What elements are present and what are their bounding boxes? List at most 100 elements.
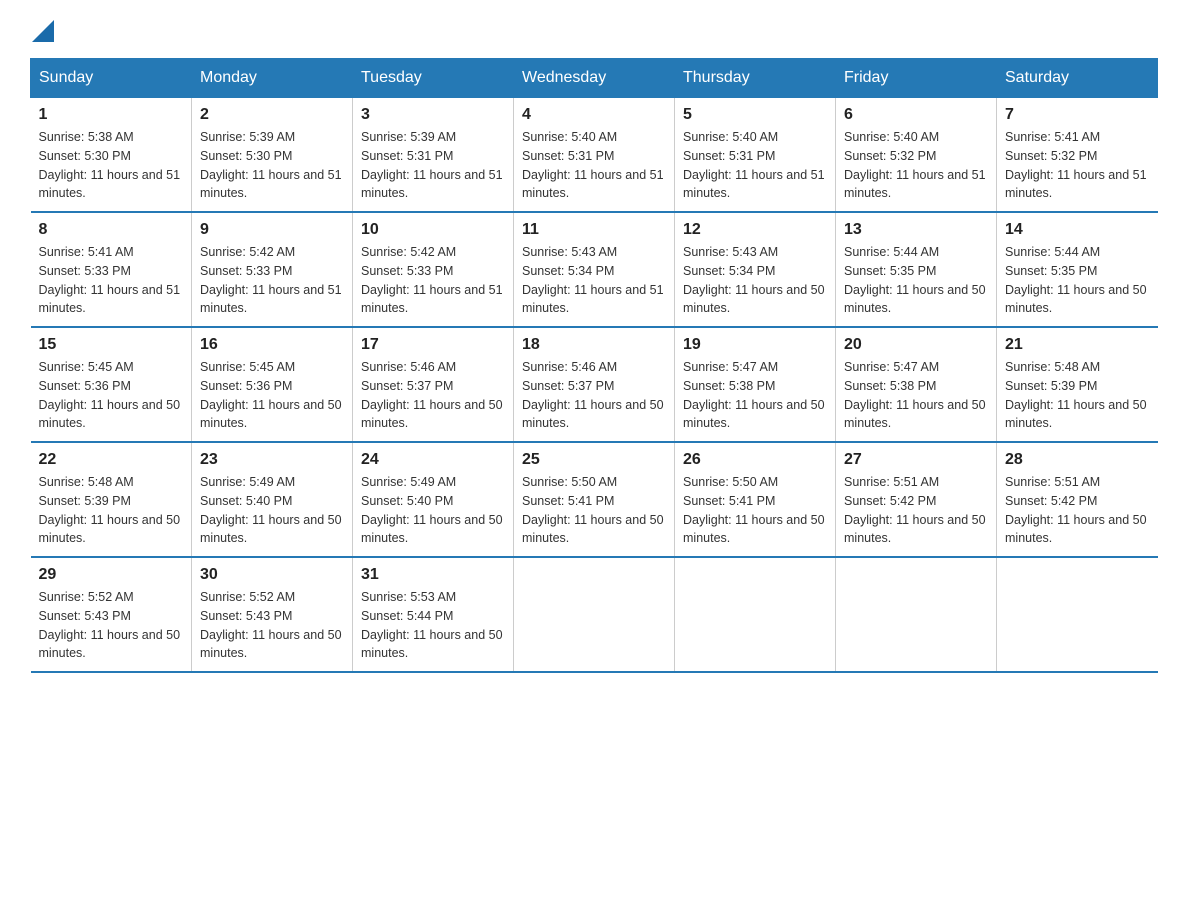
day-number: 16 bbox=[200, 336, 344, 354]
page-header bbox=[30, 20, 1158, 38]
day-number: 20 bbox=[844, 336, 988, 354]
day-number: 8 bbox=[39, 221, 184, 239]
logo bbox=[30, 20, 54, 38]
day-info: Sunrise: 5:48 AMSunset: 5:39 PMDaylight:… bbox=[39, 475, 181, 545]
header-cell-wednesday: Wednesday bbox=[514, 59, 675, 98]
calendar-cell: 8 Sunrise: 5:41 AMSunset: 5:33 PMDayligh… bbox=[31, 212, 192, 327]
day-info: Sunrise: 5:48 AMSunset: 5:39 PMDaylight:… bbox=[1005, 360, 1147, 430]
calendar-cell bbox=[514, 557, 675, 672]
day-number: 18 bbox=[522, 336, 666, 354]
week-row-4: 22 Sunrise: 5:48 AMSunset: 5:39 PMDaylig… bbox=[31, 442, 1158, 557]
calendar-cell: 27 Sunrise: 5:51 AMSunset: 5:42 PMDaylig… bbox=[836, 442, 997, 557]
calendar-cell: 20 Sunrise: 5:47 AMSunset: 5:38 PMDaylig… bbox=[836, 327, 997, 442]
day-info: Sunrise: 5:40 AMSunset: 5:31 PMDaylight:… bbox=[522, 130, 664, 200]
day-info: Sunrise: 5:52 AMSunset: 5:43 PMDaylight:… bbox=[200, 590, 342, 660]
calendar-cell: 22 Sunrise: 5:48 AMSunset: 5:39 PMDaylig… bbox=[31, 442, 192, 557]
day-number: 21 bbox=[1005, 336, 1150, 354]
calendar-table: SundayMondayTuesdayWednesdayThursdayFrid… bbox=[30, 58, 1158, 673]
day-number: 23 bbox=[200, 451, 344, 469]
day-number: 14 bbox=[1005, 221, 1150, 239]
day-info: Sunrise: 5:47 AMSunset: 5:38 PMDaylight:… bbox=[844, 360, 986, 430]
day-info: Sunrise: 5:49 AMSunset: 5:40 PMDaylight:… bbox=[361, 475, 503, 545]
week-row-3: 15 Sunrise: 5:45 AMSunset: 5:36 PMDaylig… bbox=[31, 327, 1158, 442]
day-number: 27 bbox=[844, 451, 988, 469]
calendar-cell: 12 Sunrise: 5:43 AMSunset: 5:34 PMDaylig… bbox=[675, 212, 836, 327]
week-row-5: 29 Sunrise: 5:52 AMSunset: 5:43 PMDaylig… bbox=[31, 557, 1158, 672]
calendar-cell: 19 Sunrise: 5:47 AMSunset: 5:38 PMDaylig… bbox=[675, 327, 836, 442]
calendar-cell: 29 Sunrise: 5:52 AMSunset: 5:43 PMDaylig… bbox=[31, 557, 192, 672]
week-row-1: 1 Sunrise: 5:38 AMSunset: 5:30 PMDayligh… bbox=[31, 98, 1158, 213]
day-info: Sunrise: 5:39 AMSunset: 5:30 PMDaylight:… bbox=[200, 130, 342, 200]
header-cell-monday: Monday bbox=[192, 59, 353, 98]
day-info: Sunrise: 5:40 AMSunset: 5:32 PMDaylight:… bbox=[844, 130, 986, 200]
week-row-2: 8 Sunrise: 5:41 AMSunset: 5:33 PMDayligh… bbox=[31, 212, 1158, 327]
calendar-cell: 7 Sunrise: 5:41 AMSunset: 5:32 PMDayligh… bbox=[997, 98, 1158, 213]
day-number: 15 bbox=[39, 336, 184, 354]
calendar-cell: 16 Sunrise: 5:45 AMSunset: 5:36 PMDaylig… bbox=[192, 327, 353, 442]
header-row: SundayMondayTuesdayWednesdayThursdayFrid… bbox=[31, 59, 1158, 98]
calendar-cell: 14 Sunrise: 5:44 AMSunset: 5:35 PMDaylig… bbox=[997, 212, 1158, 327]
day-number: 12 bbox=[683, 221, 827, 239]
day-info: Sunrise: 5:41 AMSunset: 5:33 PMDaylight:… bbox=[39, 245, 181, 315]
calendar-cell: 9 Sunrise: 5:42 AMSunset: 5:33 PMDayligh… bbox=[192, 212, 353, 327]
calendar-cell: 17 Sunrise: 5:46 AMSunset: 5:37 PMDaylig… bbox=[353, 327, 514, 442]
calendar-cell: 15 Sunrise: 5:45 AMSunset: 5:36 PMDaylig… bbox=[31, 327, 192, 442]
day-info: Sunrise: 5:50 AMSunset: 5:41 PMDaylight:… bbox=[683, 475, 825, 545]
calendar-cell: 3 Sunrise: 5:39 AMSunset: 5:31 PMDayligh… bbox=[353, 98, 514, 213]
day-number: 11 bbox=[522, 221, 666, 239]
calendar-cell bbox=[997, 557, 1158, 672]
calendar-cell: 30 Sunrise: 5:52 AMSunset: 5:43 PMDaylig… bbox=[192, 557, 353, 672]
day-info: Sunrise: 5:47 AMSunset: 5:38 PMDaylight:… bbox=[683, 360, 825, 430]
day-info: Sunrise: 5:50 AMSunset: 5:41 PMDaylight:… bbox=[522, 475, 664, 545]
calendar-cell: 31 Sunrise: 5:53 AMSunset: 5:44 PMDaylig… bbox=[353, 557, 514, 672]
header-cell-thursday: Thursday bbox=[675, 59, 836, 98]
day-info: Sunrise: 5:45 AMSunset: 5:36 PMDaylight:… bbox=[200, 360, 342, 430]
calendar-cell: 5 Sunrise: 5:40 AMSunset: 5:31 PMDayligh… bbox=[675, 98, 836, 213]
header-cell-friday: Friday bbox=[836, 59, 997, 98]
day-number: 30 bbox=[200, 566, 344, 584]
calendar-cell: 10 Sunrise: 5:42 AMSunset: 5:33 PMDaylig… bbox=[353, 212, 514, 327]
day-number: 3 bbox=[361, 106, 505, 124]
day-info: Sunrise: 5:45 AMSunset: 5:36 PMDaylight:… bbox=[39, 360, 181, 430]
day-info: Sunrise: 5:40 AMSunset: 5:31 PMDaylight:… bbox=[683, 130, 825, 200]
day-info: Sunrise: 5:44 AMSunset: 5:35 PMDaylight:… bbox=[844, 245, 986, 315]
day-number: 1 bbox=[39, 106, 184, 124]
day-number: 4 bbox=[522, 106, 666, 124]
day-info: Sunrise: 5:42 AMSunset: 5:33 PMDaylight:… bbox=[361, 245, 503, 315]
day-info: Sunrise: 5:51 AMSunset: 5:42 PMDaylight:… bbox=[844, 475, 986, 545]
day-number: 9 bbox=[200, 221, 344, 239]
calendar-cell: 18 Sunrise: 5:46 AMSunset: 5:37 PMDaylig… bbox=[514, 327, 675, 442]
day-info: Sunrise: 5:42 AMSunset: 5:33 PMDaylight:… bbox=[200, 245, 342, 315]
day-info: Sunrise: 5:52 AMSunset: 5:43 PMDaylight:… bbox=[39, 590, 181, 660]
calendar-cell: 26 Sunrise: 5:50 AMSunset: 5:41 PMDaylig… bbox=[675, 442, 836, 557]
day-info: Sunrise: 5:38 AMSunset: 5:30 PMDaylight:… bbox=[39, 130, 181, 200]
calendar-cell: 21 Sunrise: 5:48 AMSunset: 5:39 PMDaylig… bbox=[997, 327, 1158, 442]
calendar-cell: 23 Sunrise: 5:49 AMSunset: 5:40 PMDaylig… bbox=[192, 442, 353, 557]
day-info: Sunrise: 5:46 AMSunset: 5:37 PMDaylight:… bbox=[361, 360, 503, 430]
calendar-cell: 11 Sunrise: 5:43 AMSunset: 5:34 PMDaylig… bbox=[514, 212, 675, 327]
logo-triangle-icon bbox=[32, 20, 54, 42]
day-number: 17 bbox=[361, 336, 505, 354]
day-info: Sunrise: 5:43 AMSunset: 5:34 PMDaylight:… bbox=[683, 245, 825, 315]
calendar-cell bbox=[836, 557, 997, 672]
day-number: 5 bbox=[683, 106, 827, 124]
day-info: Sunrise: 5:49 AMSunset: 5:40 PMDaylight:… bbox=[200, 475, 342, 545]
day-number: 28 bbox=[1005, 451, 1150, 469]
calendar-cell: 28 Sunrise: 5:51 AMSunset: 5:42 PMDaylig… bbox=[997, 442, 1158, 557]
calendar-cell: 4 Sunrise: 5:40 AMSunset: 5:31 PMDayligh… bbox=[514, 98, 675, 213]
header-cell-sunday: Sunday bbox=[31, 59, 192, 98]
day-info: Sunrise: 5:43 AMSunset: 5:34 PMDaylight:… bbox=[522, 245, 664, 315]
day-number: 24 bbox=[361, 451, 505, 469]
day-info: Sunrise: 5:39 AMSunset: 5:31 PMDaylight:… bbox=[361, 130, 503, 200]
day-number: 22 bbox=[39, 451, 184, 469]
calendar-cell: 6 Sunrise: 5:40 AMSunset: 5:32 PMDayligh… bbox=[836, 98, 997, 213]
calendar-cell bbox=[675, 557, 836, 672]
day-number: 2 bbox=[200, 106, 344, 124]
day-info: Sunrise: 5:46 AMSunset: 5:37 PMDaylight:… bbox=[522, 360, 664, 430]
day-number: 10 bbox=[361, 221, 505, 239]
calendar-cell: 1 Sunrise: 5:38 AMSunset: 5:30 PMDayligh… bbox=[31, 98, 192, 213]
day-number: 6 bbox=[844, 106, 988, 124]
day-number: 26 bbox=[683, 451, 827, 469]
day-info: Sunrise: 5:44 AMSunset: 5:35 PMDaylight:… bbox=[1005, 245, 1147, 315]
calendar-cell: 24 Sunrise: 5:49 AMSunset: 5:40 PMDaylig… bbox=[353, 442, 514, 557]
